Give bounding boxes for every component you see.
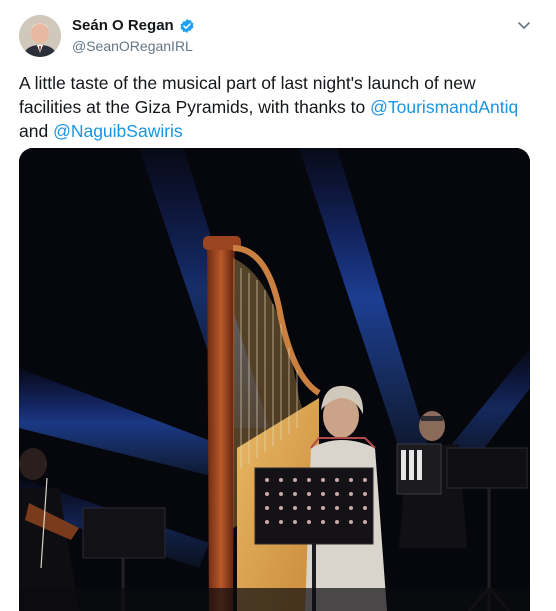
author-display-name[interactable]: Seán O Regan	[72, 17, 174, 34]
verified-badge-icon	[180, 18, 194, 33]
mention-link-tourism[interactable]: @TourismandAntiq	[370, 97, 518, 117]
author-handle[interactable]: @SeanOReganIRL	[72, 38, 193, 54]
tweet-text-part: and	[19, 121, 54, 141]
author-avatar[interactable]	[19, 15, 61, 57]
chevron-down-icon[interactable]	[515, 16, 533, 34]
tweet-video[interactable]	[19, 148, 530, 611]
video-frame	[19, 148, 530, 611]
mention-link-naguib[interactable]: @NaguibSawiris	[53, 121, 183, 141]
tweet-text: A little taste of the musical part of la…	[19, 71, 534, 143]
avatar-photo-icon	[19, 15, 61, 57]
author-name-row[interactable]: Seán O Regan	[72, 17, 195, 34]
